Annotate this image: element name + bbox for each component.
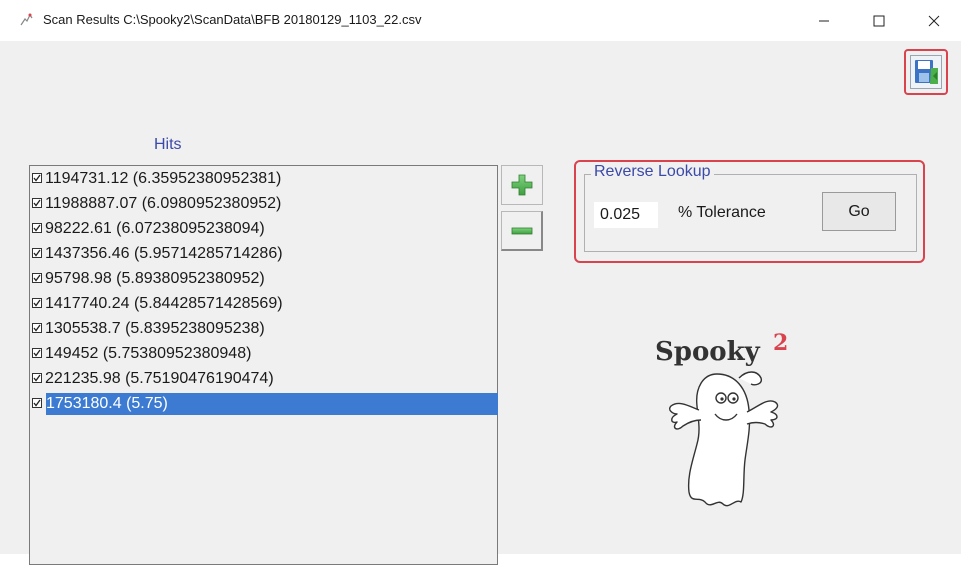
list-item-text: 1417740.24 (5.84428571428569) <box>45 295 283 312</box>
maximize-button[interactable] <box>856 0 902 41</box>
spooky-app-icon <box>18 12 36 28</box>
checkbox[interactable] <box>32 272 42 283</box>
client-area: Hits 1194731.12 (6.35952380952381) 11988… <box>0 41 961 565</box>
list-item-text: 149452 (5.75380952380948) <box>45 345 252 362</box>
checkbox[interactable] <box>32 297 42 308</box>
list-item[interactable]: 149452 (5.75380952380948) <box>32 343 495 365</box>
hits-label: Hits <box>154 136 182 153</box>
spooky2-logo: Spooky 2 <box>655 326 815 536</box>
remove-hit-button[interactable] <box>501 211 543 251</box>
list-item[interactable]: 95798.98 (5.89380952380952) <box>32 268 495 290</box>
list-item[interactable]: 1194731.12 (6.35952380952381) <box>32 168 495 190</box>
list-item[interactable]: 1305538.7 (5.8395238095238) <box>32 318 495 340</box>
save-icon <box>910 55 942 89</box>
list-item[interactable]: 221235.98 (5.75190476190474) <box>32 368 495 390</box>
list-item-text: 1437356.46 (5.95714285714286) <box>45 245 283 262</box>
list-item-text: 1753180.4 (5.75) <box>46 395 168 412</box>
list-item-text: 95798.98 (5.89380952380952) <box>45 270 265 287</box>
checkbox[interactable] <box>32 347 42 358</box>
hits-list[interactable]: 1194731.12 (6.35952380952381) 11988887.0… <box>29 165 498 565</box>
close-button[interactable] <box>911 0 957 41</box>
save-button[interactable] <box>904 49 948 95</box>
reverse-lookup-legend: Reverse Lookup <box>591 163 714 181</box>
list-item-text: 1194731.12 (6.35952380952381) <box>45 170 282 187</box>
checkbox[interactable] <box>32 372 42 383</box>
list-item[interactable]: 98222.61 (6.07238095238094) <box>32 218 495 240</box>
list-item-text: 221235.98 (5.75190476190474) <box>45 370 274 387</box>
ghost-icon <box>668 371 779 507</box>
checkbox[interactable] <box>32 247 42 258</box>
add-hit-button[interactable] <box>501 165 543 205</box>
checkbox[interactable] <box>32 197 42 208</box>
tolerance-input[interactable]: 0.025 <box>594 202 658 228</box>
logo-text: Spooky <box>655 337 761 367</box>
go-button[interactable]: Go <box>822 192 896 231</box>
window-title: Scan Results C:\Spooky2\ScanData\BFB 201… <box>43 12 422 27</box>
maximize-icon <box>873 15 885 26</box>
tolerance-label: % Tolerance <box>678 204 766 221</box>
list-item[interactable]: 11988887.07 (6.0980952380952) <box>32 193 495 215</box>
list-item-text: 1305538.7 (5.8395238095238) <box>45 320 265 337</box>
checkbox[interactable] <box>32 322 42 333</box>
list-item[interactable]: 1437356.46 (5.95714285714286) <box>32 243 495 265</box>
list-item[interactable]: 1417740.24 (5.84428571428569) <box>32 293 495 315</box>
list-item-selected[interactable]: 1753180.4 (5.75) <box>32 393 498 415</box>
checkbox[interactable] <box>32 222 42 233</box>
list-item-text: 98222.61 (6.07238095238094) <box>45 220 265 237</box>
checkbox[interactable] <box>32 397 42 408</box>
logo-superscript: 2 <box>773 330 788 356</box>
minimize-button[interactable] <box>801 0 847 41</box>
checkbox[interactable] <box>32 172 42 183</box>
list-item-text: 11988887.07 (6.0980952380952) <box>45 195 282 212</box>
close-icon <box>928 15 940 26</box>
title-bar: Scan Results C:\Spooky2\ScanData\BFB 201… <box>0 0 961 41</box>
minus-icon <box>511 227 532 234</box>
plus-icon <box>511 174 533 196</box>
minimize-icon <box>819 20 829 21</box>
